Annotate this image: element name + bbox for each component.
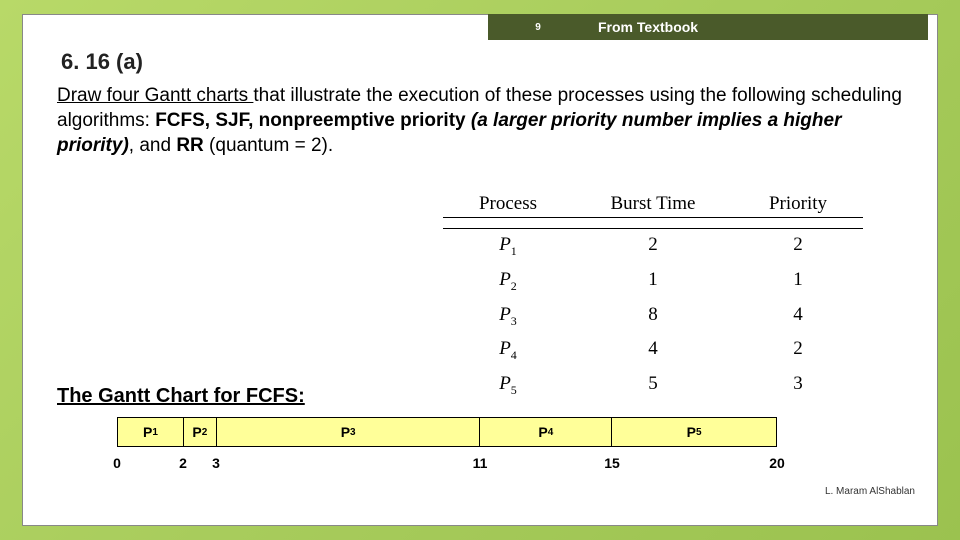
table-row: P384 (443, 299, 863, 334)
cell-process: P1 (443, 234, 573, 259)
gantt-segment: P5 (611, 417, 776, 447)
question-prompt: Draw four Gantt charts that illustrate t… (57, 83, 903, 158)
cell-process: P5 (443, 373, 573, 398)
gantt-segment: P2 (183, 417, 216, 447)
th-priority: Priority (733, 193, 863, 218)
gantt-tick: 3 (212, 455, 220, 471)
gantt-ticks: 023111520 (117, 455, 777, 475)
gantt-tick: 20 (769, 455, 785, 471)
process-table: Process Burst Time Priority P122P211P384… (443, 193, 863, 403)
table-row: P122 (443, 229, 863, 264)
gantt-tick: 11 (473, 455, 488, 471)
page-number: 9 (488, 22, 588, 33)
section-number: 6. 16 (a) (61, 49, 143, 75)
gantt-segment: P3 (216, 417, 480, 447)
author-credit: L. Maram AlShablan (825, 486, 915, 497)
header-title: From Textbook (588, 19, 928, 35)
gantt-chart-title: The Gantt Chart for FCFS: (57, 385, 305, 408)
table-row: P442 (443, 333, 863, 368)
gantt-bar: P1P2P3P4P5 (117, 417, 777, 447)
gantt-tick: 15 (604, 455, 620, 471)
cell-priority: 2 (733, 338, 863, 363)
cell-burst: 8 (573, 304, 733, 329)
cell-burst: 4 (573, 338, 733, 363)
prompt-rr: RR (176, 135, 203, 156)
gantt-tick: 2 (179, 455, 187, 471)
gantt-segment: P1 (117, 417, 183, 447)
cell-process: P4 (443, 338, 573, 363)
cell-priority: 4 (733, 304, 863, 329)
cell-burst: 5 (573, 373, 733, 398)
prompt-tail: (quantum = 2). (204, 135, 333, 156)
prompt-algos: FCFS, SJF, nonpreemptive priority (155, 110, 471, 131)
table-header: Process Burst Time Priority (443, 193, 863, 218)
cell-priority: 3 (733, 373, 863, 398)
table-body: P122P211P384P442P553 (443, 228, 863, 403)
cell-priority: 1 (733, 269, 863, 294)
cell-burst: 1 (573, 269, 733, 294)
table-row: P553 (443, 368, 863, 403)
th-process: Process (443, 193, 573, 218)
prompt-mid2: , and (129, 135, 177, 156)
cell-process: P2 (443, 269, 573, 294)
cell-priority: 2 (733, 234, 863, 259)
gantt-tick: 0 (113, 455, 121, 471)
header-box: 9 From Textbook (488, 14, 928, 40)
cell-burst: 2 (573, 234, 733, 259)
gantt-chart: P1P2P3P4P5 023111520 (117, 417, 777, 475)
cell-process: P3 (443, 304, 573, 329)
slide-frame: 9 From Textbook 6. 16 (a) Draw four Gant… (22, 14, 938, 526)
th-burst: Burst Time (573, 193, 733, 218)
table-row: P211 (443, 264, 863, 299)
gantt-segment: P4 (479, 417, 611, 447)
prompt-lead: Draw four Gantt charts (57, 85, 253, 106)
